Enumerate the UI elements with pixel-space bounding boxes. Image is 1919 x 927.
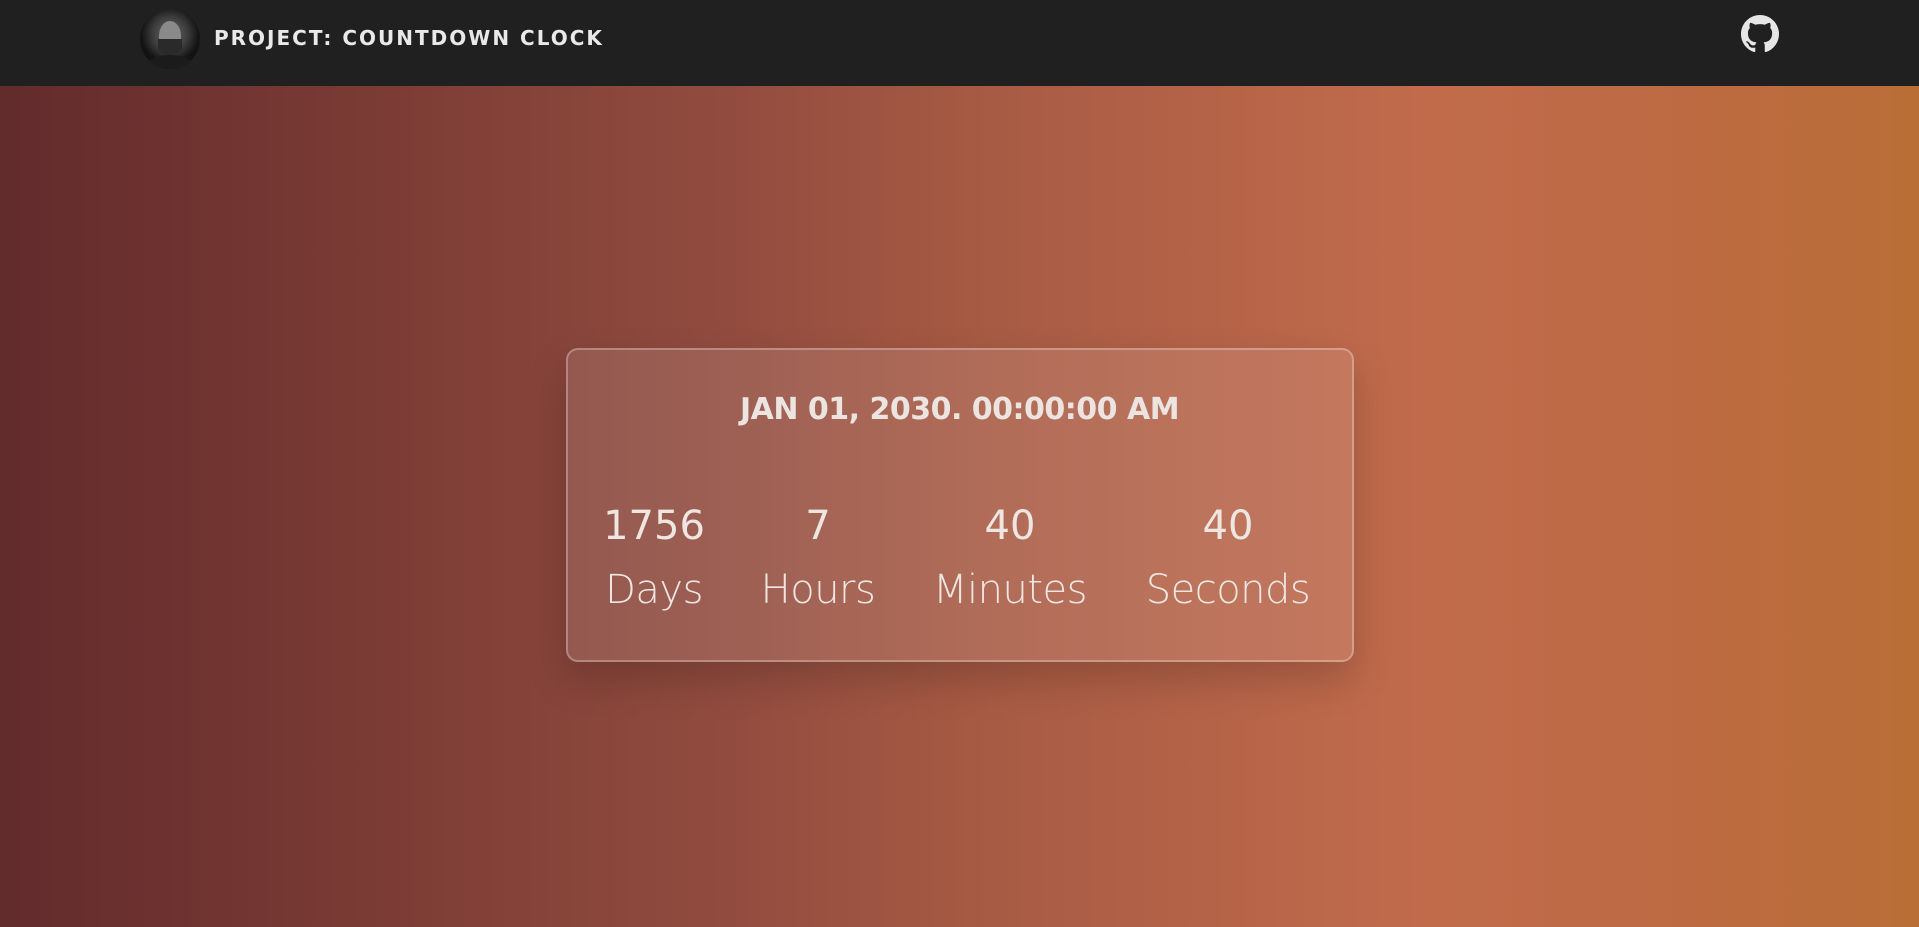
app-title: PROJECT: COUNTDOWN CLOCK (214, 26, 604, 50)
avatar-beard (158, 39, 182, 55)
seconds-value: 40 (1202, 503, 1254, 549)
hours-value: 7 (805, 503, 831, 549)
minutes-label: Minutes (933, 567, 1087, 613)
hours-label: Hours (760, 567, 876, 613)
top-navbar: PROJECT: COUNTDOWN CLOCK (0, 0, 1919, 86)
days-label: Days (605, 567, 703, 613)
target-date: JAN 01, 2030. 00:00:00 AM (739, 392, 1180, 427)
countdown-hours: 7 Hours (753, 498, 883, 628)
github-link[interactable] (1741, 15, 1779, 53)
avatar (140, 9, 200, 69)
countdown-days: 1756 Days (594, 498, 714, 628)
countdown-minutes: 40 Minutes (922, 498, 1098, 628)
seconds-label: Seconds (1145, 567, 1311, 613)
countdown-seconds: 40 Seconds (1133, 498, 1323, 628)
minutes-value: 40 (984, 503, 1036, 549)
github-icon (1741, 15, 1779, 53)
avatar-shoulders (144, 55, 196, 69)
days-value: 1756 (603, 503, 705, 549)
